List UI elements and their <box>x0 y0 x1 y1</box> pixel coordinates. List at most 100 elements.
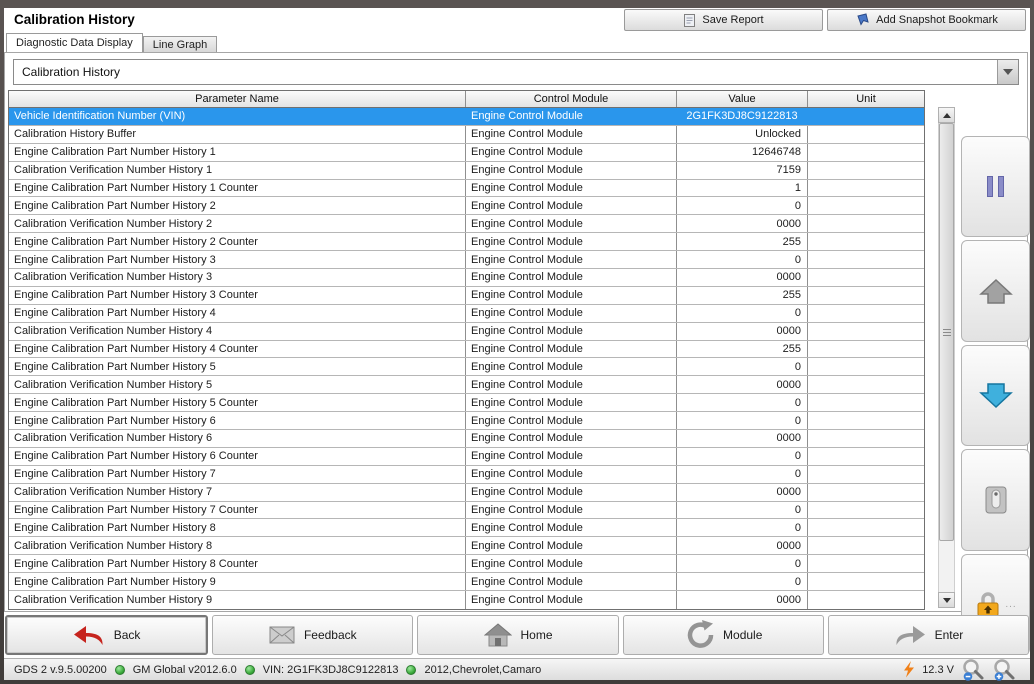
tab-diagnostic-data-display[interactable]: Diagnostic Data Display <box>6 33 143 52</box>
cell-unit <box>808 502 924 519</box>
cell-value: 0 <box>677 412 808 429</box>
table-row[interactable]: Calibration History BufferEngine Control… <box>9 126 924 144</box>
add-snapshot-bookmark-label: Add Snapshot Bookmark <box>876 14 998 26</box>
cell-value: 0000 <box>677 269 808 286</box>
save-report-button[interactable]: Save Report <box>624 9 823 31</box>
table-row[interactable]: Calibration Verification Number History … <box>9 430 924 448</box>
tab-line-graph[interactable]: Line Graph <box>143 36 217 52</box>
cell-value: Unlocked <box>677 126 808 143</box>
down-arrow-icon <box>978 381 1014 411</box>
cell-name: Engine Calibration Part Number History 1… <box>9 180 466 197</box>
cell-name: Calibration Verification Number History … <box>9 484 466 501</box>
status-led-icon <box>406 665 416 675</box>
table-row[interactable]: Engine Calibration Part Number History 3… <box>9 287 924 305</box>
cell-value: 2G1FK3DJ8C9122813 <box>677 108 808 125</box>
report-icon <box>683 13 696 28</box>
add-snapshot-bookmark-button[interactable]: Add Snapshot Bookmark <box>827 9 1026 31</box>
table-row[interactable]: Engine Calibration Part Number History 2… <box>9 197 924 215</box>
chevron-down-icon[interactable] <box>997 60 1018 84</box>
zoom-out-icon[interactable] <box>961 658 985 682</box>
table-row[interactable]: Engine Calibration Part Number History 7… <box>9 466 924 484</box>
scrollbar-track[interactable] <box>938 123 955 592</box>
cell-unit <box>808 537 924 554</box>
cell-value: 0000 <box>677 430 808 447</box>
cell-unit <box>808 126 924 143</box>
table-row[interactable]: Calibration Verification Number History … <box>9 591 924 609</box>
toggle-switch-button[interactable] <box>961 449 1030 550</box>
cell-unit <box>808 215 924 232</box>
cell-unit <box>808 180 924 197</box>
table-row[interactable]: Engine Calibration Part Number History 6… <box>9 448 924 466</box>
table-row[interactable]: Calibration Verification Number History … <box>9 484 924 502</box>
parameters-table: Parameter Name Control Module Value Unit… <box>8 90 925 610</box>
table-row[interactable]: Engine Calibration Part Number History 6… <box>9 412 924 430</box>
status-vehicle: 2012,Chevrolet,Camaro <box>424 664 541 676</box>
refresh-circle-icon <box>684 620 714 650</box>
status-bar: GDS 2 v.9.5.00200 GM Global v2012.6.0 VI… <box>4 658 1030 680</box>
status-items: GDS 2 v.9.5.00200 GM Global v2012.6.0 VI… <box>4 664 903 676</box>
table-row[interactable]: Calibration Verification Number History … <box>9 323 924 341</box>
cell-name: Engine Calibration Part Number History 5 <box>9 358 466 375</box>
cell-unit <box>808 412 924 429</box>
voltage-bolt-icon <box>903 661 915 678</box>
table-row[interactable]: Engine Calibration Part Number History 9… <box>9 573 924 591</box>
table-row[interactable]: Engine Calibration Part Number History 3… <box>9 251 924 269</box>
scrollbar-thumb[interactable] <box>939 123 954 541</box>
table-row[interactable]: Calibration Verification Number History … <box>9 162 924 180</box>
scroll-page-down-button[interactable] <box>961 345 1030 446</box>
cell-value: 255 <box>677 341 808 358</box>
table-row[interactable]: Engine Calibration Part Number History 8… <box>9 519 924 537</box>
enter-button[interactable]: Enter <box>828 615 1029 655</box>
home-button[interactable]: Home <box>417 615 618 655</box>
cell-unit <box>808 287 924 304</box>
feedback-button[interactable]: Feedback <box>212 615 413 655</box>
table-row[interactable]: Calibration Verification Number History … <box>9 376 924 394</box>
table-row[interactable]: Vehicle Identification Number (VIN)Engin… <box>9 108 924 126</box>
table-row[interactable]: Engine Calibration Part Number History 1… <box>9 180 924 198</box>
enter-label: Enter <box>935 628 964 642</box>
table-row[interactable]: Engine Calibration Part Number History 8… <box>9 555 924 573</box>
table-row[interactable]: Engine Calibration Part Number History 5… <box>9 358 924 376</box>
scroll-page-up-button[interactable] <box>961 240 1030 341</box>
tab-bar: Diagnostic Data Display Line Graph <box>6 33 217 52</box>
scrollbar-down-arrow-icon[interactable] <box>938 592 955 608</box>
status-led-icon <box>115 665 125 675</box>
cell-module: Engine Control Module <box>466 144 677 161</box>
cell-unit <box>808 144 924 161</box>
cell-unit <box>808 251 924 268</box>
cell-module: Engine Control Module <box>466 197 677 214</box>
cell-unit <box>808 484 924 501</box>
pause-button[interactable] <box>961 136 1030 237</box>
cell-module: Engine Control Module <box>466 323 677 340</box>
table-row[interactable]: Engine Calibration Part Number History 5… <box>9 394 924 412</box>
table-row[interactable]: Calibration Verification Number History … <box>9 537 924 555</box>
dropdown-value: Calibration History <box>14 60 997 84</box>
cell-value: 0000 <box>677 591 808 609</box>
cell-name: Engine Calibration Part Number History 2… <box>9 233 466 250</box>
scrollbar-up-arrow-icon[interactable] <box>938 107 955 123</box>
cell-value: 0 <box>677 394 808 411</box>
back-button[interactable]: Back <box>5 615 208 655</box>
cell-module: Engine Control Module <box>466 502 677 519</box>
status-right: 12.3 V <box>903 658 1030 682</box>
column-header-unit: Unit <box>808 91 924 107</box>
table-row[interactable]: Engine Calibration Part Number History 7… <box>9 502 924 520</box>
table-row[interactable]: Engine Calibration Part Number History 4… <box>9 341 924 359</box>
cell-module: Engine Control Module <box>466 484 677 501</box>
data-list-dropdown[interactable]: Calibration History <box>13 59 1019 85</box>
cell-unit <box>808 573 924 590</box>
cell-value: 12646748 <box>677 144 808 161</box>
table-row[interactable]: Engine Calibration Part Number History 2… <box>9 233 924 251</box>
table-row[interactable]: Engine Calibration Part Number History 1… <box>9 144 924 162</box>
table-row[interactable]: Engine Calibration Part Number History 4… <box>9 305 924 323</box>
zoom-in-icon[interactable] <box>992 658 1016 682</box>
cell-name: Engine Calibration Part Number History 2 <box>9 197 466 214</box>
module-button[interactable]: Module <box>623 615 824 655</box>
cell-value: 0000 <box>677 215 808 232</box>
table-row[interactable]: Calibration Verification Number History … <box>9 269 924 287</box>
cell-name: Engine Calibration Part Number History 9 <box>9 573 466 590</box>
table-row[interactable]: Calibration Verification Number History … <box>9 215 924 233</box>
cell-unit <box>808 519 924 536</box>
up-arrow-icon <box>978 276 1014 306</box>
table-scrollbar[interactable] <box>938 107 955 608</box>
